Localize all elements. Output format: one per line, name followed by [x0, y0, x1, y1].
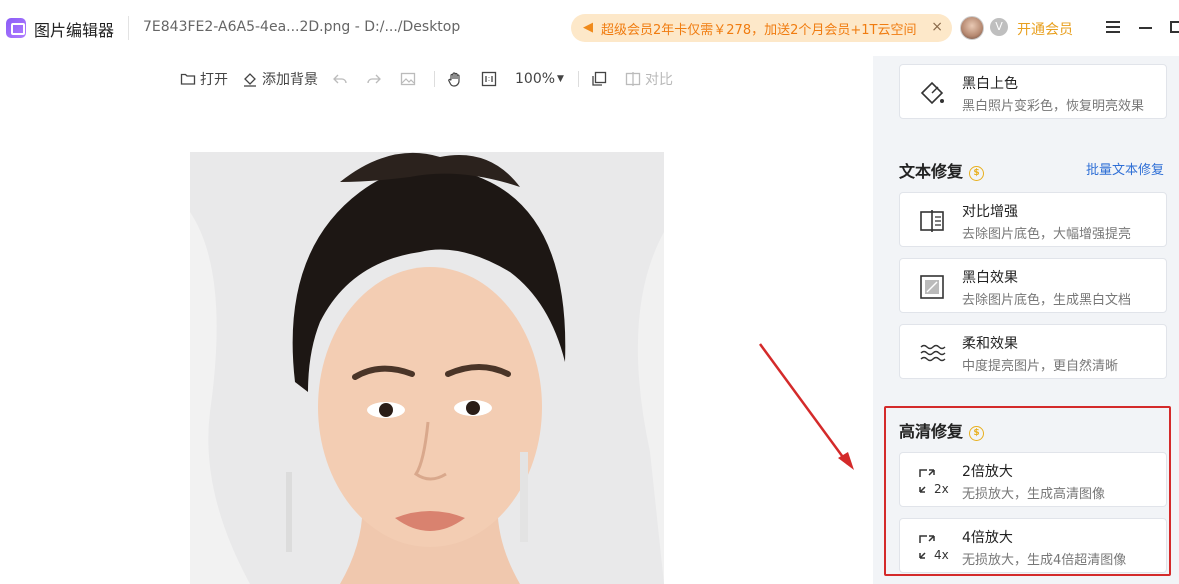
app-logo-icon — [6, 18, 26, 38]
minimize-icon[interactable] — [1139, 27, 1152, 29]
maximize-icon[interactable] — [1170, 21, 1179, 33]
add-background-label: 添加背景 — [262, 72, 318, 88]
hd-repair-highlight-box — [884, 406, 1171, 576]
avatar[interactable] — [960, 16, 984, 40]
card-desc: 去除图片底色，生成黑白文档 — [962, 293, 1132, 308]
actual-size-icon — [481, 71, 497, 87]
caret-down-icon: ▼ — [557, 74, 564, 84]
card-title: 柔和效果 — [962, 336, 1018, 352]
text-repair-heading: 文本修复 $ — [899, 158, 985, 182]
copy-icon — [591, 71, 607, 87]
vip-badge-icon: V — [990, 18, 1008, 36]
card-title: 对比增强 — [962, 204, 1018, 220]
fit-button[interactable] — [481, 71, 501, 87]
image-button[interactable] — [400, 71, 420, 87]
colorize-card[interactable]: 黑白上色 黑白照片变彩色，恢复明亮效果 — [899, 64, 1167, 119]
promo-text[interactable]: 超级会员2年卡仅需￥278，加送2个月会员+1T云空间 — [601, 19, 916, 38]
hand-icon — [447, 71, 463, 87]
wave-icon — [918, 339, 946, 367]
edited-photo[interactable] — [190, 152, 664, 584]
speaker-icon: ◀ — [583, 20, 593, 35]
paint-bucket-icon — [242, 71, 258, 87]
app-name: 图片编辑器 — [34, 21, 115, 40]
card-title: 黑白效果 — [962, 270, 1018, 286]
card-desc: 中度提亮图片，更自然清晰 — [962, 359, 1119, 374]
batch-text-repair-link[interactable]: 批量文本修复 — [1086, 159, 1164, 178]
zoom-select[interactable]: 100% ▼ — [515, 71, 564, 87]
redo-icon — [366, 71, 382, 87]
compare-label: 对比 — [644, 72, 673, 88]
undo-button[interactable] — [332, 71, 352, 87]
image-icon — [400, 71, 416, 87]
soft-effect-card[interactable]: 柔和效果 中度提亮图片，更自然清晰 — [899, 324, 1167, 379]
bucket-icon — [918, 79, 946, 107]
open-label: 打开 — [200, 72, 228, 88]
bw-effect-card[interactable]: 黑白效果 去除图片底色，生成黑白文档 — [899, 258, 1167, 313]
compare-icon — [625, 71, 641, 87]
contrast-enhance-card[interactable]: 对比增强 去除图片底色，大幅增强提亮 — [899, 192, 1167, 247]
compare-button[interactable]: 对比 — [625, 69, 673, 89]
add-background-button[interactable]: 添加背景 — [242, 69, 318, 89]
bw-doc-icon — [918, 273, 946, 301]
card-desc: 黑白照片变彩色，恢复明亮效果 — [962, 99, 1145, 114]
zoom-value: 100% — [515, 71, 556, 87]
coin-icon: $ — [969, 166, 985, 181]
folder-icon — [180, 71, 196, 87]
card-desc: 去除图片底色，大幅增强提亮 — [962, 227, 1132, 242]
menu-icon[interactable] — [1106, 21, 1120, 33]
title-bar: 图片编辑器 7E843FE2-A6A5-4ea...2D.png - D:/..… — [0, 0, 1179, 56]
open-button[interactable]: 打开 — [180, 69, 228, 89]
open-vip-button[interactable]: 开通会员 — [1017, 19, 1073, 39]
contrast-icon — [918, 207, 946, 235]
copy-button[interactable] — [591, 71, 611, 87]
file-name: 7E843FE2-A6A5-4ea...2D.png - D:/.../Desk… — [143, 19, 461, 35]
promo-banner[interactable]: ◀ 超级会员2年卡仅需￥278，加送2个月会员+1T云空间 × — [571, 14, 952, 42]
hand-tool-button[interactable] — [447, 71, 467, 87]
portrait-image — [190, 152, 664, 584]
annotation-arrow — [758, 343, 854, 470]
toolbar-divider — [577, 71, 579, 87]
card-title: 黑白上色 — [962, 76, 1018, 92]
title-divider — [128, 16, 129, 40]
undo-icon — [332, 71, 348, 87]
redo-button[interactable] — [366, 71, 386, 87]
close-icon[interactable]: × — [931, 19, 943, 35]
editor-toolbar: 打开 添加背景 100% ▼ 对比 — [180, 66, 687, 92]
toolbar-divider — [434, 71, 435, 87]
